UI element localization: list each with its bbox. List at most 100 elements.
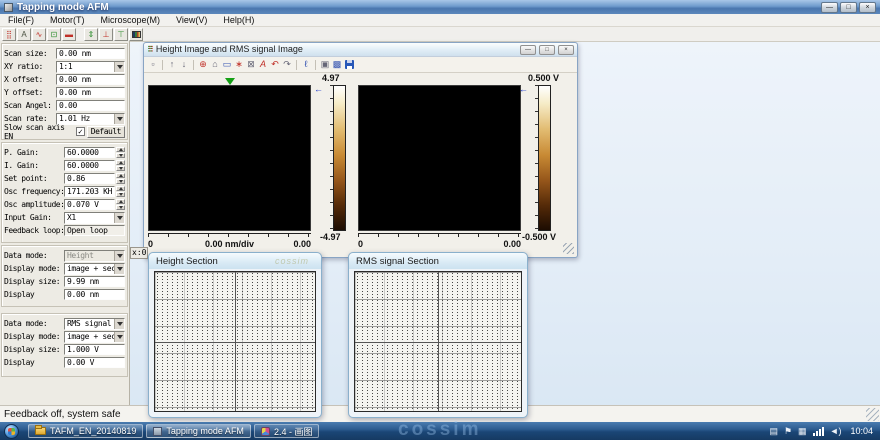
rms-colorbar[interactable] (538, 85, 551, 231)
start-button[interactable] (4, 424, 19, 439)
height-display-size-input[interactable] (64, 276, 125, 287)
menu-view[interactable]: View(V) (168, 14, 215, 26)
save-icon[interactable] (345, 60, 354, 69)
menu-help[interactable]: Help(H) (215, 14, 262, 26)
attach-icon[interactable]: ℓ (300, 59, 312, 70)
line-scan-button[interactable]: ▬ (62, 28, 76, 41)
point-scan-icon: ⊡ (51, 30, 58, 39)
image-window-close-button[interactable]: × (558, 45, 574, 55)
keyboard-icon[interactable]: ▤ (769, 426, 778, 437)
i-gain-input[interactable] (64, 160, 115, 171)
y-offset-input[interactable] (56, 87, 125, 98)
point-mark-icon[interactable]: ∗ (233, 59, 245, 70)
default-button[interactable]: Default (87, 126, 125, 138)
approach-retract-icon: ⇕ (88, 30, 95, 39)
image-grid-icon[interactable]: ⊠ (245, 59, 257, 70)
i-gain-stepper[interactable] (116, 160, 125, 171)
palette-button[interactable] (129, 28, 143, 41)
app-icon (4, 3, 13, 12)
height-section-plot[interactable] (154, 271, 316, 412)
scan-parameter-group: Scan size: XY ratio: 1:1 X offset: Y off… (1, 43, 128, 140)
rms-section-titlebar[interactable]: RMS signal Section (349, 253, 527, 269)
withdraw-button[interactable]: ⊤ (114, 28, 128, 41)
snapshot-icon[interactable]: ▣ (319, 59, 331, 70)
x-offset-input[interactable] (56, 74, 125, 85)
osc-frequency-stepper[interactable] (116, 186, 125, 197)
dropdown-arrow-icon[interactable] (114, 332, 124, 342)
xy-ratio-select[interactable]: 1:1 (56, 61, 125, 73)
taskbar-item-folder[interactable]: TAFM_EN_20140819 (28, 424, 143, 438)
move-up-icon[interactable]: ↑ (166, 59, 178, 70)
network-signal-icon[interactable] (813, 427, 824, 436)
action-center-icon[interactable]: ⚑ (784, 426, 792, 437)
notes-icon[interactable]: ▦ (798, 426, 807, 437)
dropdown-arrow-icon[interactable] (114, 264, 124, 274)
osc-frequency-input[interactable] (64, 186, 115, 197)
minimize-button[interactable]: — (821, 2, 838, 13)
pin-icon[interactable]: ▫ (147, 59, 159, 70)
force-curve-button[interactable]: ∿ (32, 28, 46, 41)
menu-microscope[interactable]: Microscope(M) (93, 14, 169, 26)
rms-display-size-input[interactable] (64, 344, 125, 355)
set-point-input[interactable] (64, 173, 115, 184)
image-window-titlebar[interactable]: ⠿ Height Image and RMS signal Image — □ … (144, 43, 577, 57)
maximize-button[interactable]: □ (840, 2, 857, 13)
rms-image-canvas[interactable] (358, 85, 521, 231)
rms-display-mode-select[interactable]: image + sec (64, 331, 125, 343)
taskbar-clock[interactable]: 10:04 (850, 426, 873, 436)
rms-x-right: 0.00 (440, 239, 522, 249)
point-scan-button[interactable]: ⊡ (47, 28, 61, 41)
zoom-tool-icon[interactable]: ⊕ (197, 59, 209, 70)
redo-icon[interactable]: ↷ (281, 59, 293, 70)
height-section-titlebar[interactable]: Height Section cossim (149, 253, 321, 269)
image-window-minimize-button[interactable]: — (520, 45, 536, 55)
engage-button[interactable]: ⊥ (99, 28, 113, 41)
taskbar-item-afm[interactable]: Tapping mode AFM (146, 424, 251, 438)
height-colorbar[interactable] (333, 85, 346, 231)
copy-window-icon[interactable]: ▩ (331, 59, 343, 70)
input-gain-label: Input Gain: (4, 213, 64, 222)
rect-select-icon[interactable]: ▭ (221, 59, 233, 70)
image-window-icon: ⠿ (147, 46, 153, 54)
height-image-canvas[interactable] (148, 85, 311, 231)
resize-grip[interactable] (563, 243, 574, 254)
rms-data-mode-select[interactable]: RMS signal (64, 318, 125, 330)
input-gain-select[interactable]: X1 (64, 212, 125, 224)
dropdown-arrow-icon[interactable] (114, 213, 124, 223)
menu-motor[interactable]: Motor(T) (42, 14, 93, 26)
dropdown-arrow-icon[interactable] (114, 114, 124, 124)
approach-curve-button[interactable]: A (17, 28, 31, 41)
scan-angle-input[interactable] (56, 100, 125, 111)
osc-amplitude-input[interactable] (64, 199, 115, 210)
menu-file[interactable]: File(F) (0, 14, 42, 26)
osc-amplitude-stepper[interactable] (116, 199, 125, 210)
dropdown-arrow-icon[interactable] (114, 319, 124, 329)
approach-retract-button[interactable]: ⇕ (84, 28, 98, 41)
p-gain-input[interactable] (64, 147, 115, 158)
dropdown-arrow-icon[interactable] (114, 62, 124, 72)
undo-icon[interactable]: ↶ (269, 59, 281, 70)
height-display-mode-select[interactable]: image + sec (64, 263, 125, 275)
close-button[interactable]: × (859, 2, 876, 13)
rms-display-input[interactable] (64, 357, 125, 368)
scan-size-input[interactable] (56, 48, 125, 59)
move-down-icon[interactable]: ↓ (178, 59, 190, 70)
resize-grip[interactable] (866, 408, 879, 421)
feedback-loop-label: Feedback loop: (4, 226, 64, 235)
rms-section-plot[interactable] (354, 271, 522, 412)
image-window-content: 4.97 ← -4.97 0 0.00 nm/div 0.00 0.500 V … (144, 73, 577, 257)
display-mode-label: Display mode: (4, 332, 64, 341)
image-window-maximize-button[interactable]: □ (539, 45, 555, 55)
scan-image-button[interactable]: ⣿ (2, 28, 16, 41)
slow-scan-checkbox[interactable]: ✓ (76, 127, 85, 136)
modify-tool-icon[interactable]: ⌂ (209, 59, 221, 70)
x-readout: x:0 (130, 247, 148, 259)
rms-section-window: RMS signal Section (348, 252, 528, 418)
text-tool-icon[interactable]: A (257, 59, 269, 70)
set-point-stepper[interactable] (116, 173, 125, 184)
p-gain-stepper[interactable] (116, 147, 125, 158)
height-section-title: Height Section (156, 256, 218, 267)
height-display-input[interactable] (64, 289, 125, 300)
taskbar-item-paint[interactable]: 2.4 - 画图 (254, 424, 320, 438)
volume-icon[interactable]: ◄) (830, 426, 842, 437)
